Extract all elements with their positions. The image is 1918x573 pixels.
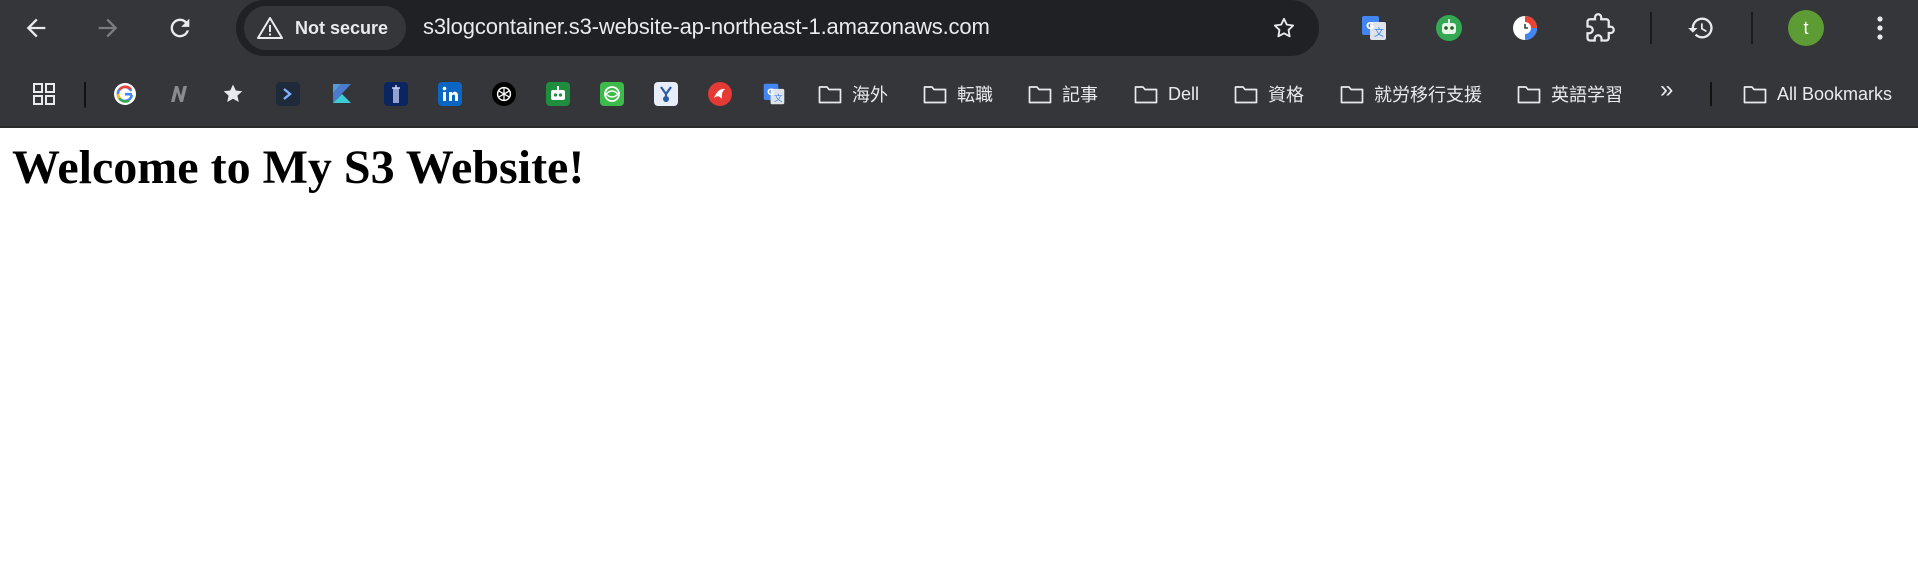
toolbar-divider <box>0 126 1918 128</box>
profile-avatar[interactable]: t <box>1788 10 1824 46</box>
all-bookmarks-label: All Bookmarks <box>1777 83 1893 104</box>
clock-extension-icon[interactable] <box>1509 12 1541 44</box>
apps-grid-icon[interactable] <box>32 82 56 106</box>
terminal-app-icon[interactable] <box>276 82 300 106</box>
chatgpt-icon[interactable] <box>492 82 516 106</box>
menu-button[interactable] <box>1860 8 1900 48</box>
red-app-icon[interactable] <box>708 82 732 106</box>
folder-icon <box>1234 86 1258 104</box>
folder-label: 資格 <box>1268 85 1304 105</box>
svg-text:G: G <box>767 88 774 98</box>
puzzle-icon[interactable] <box>1584 12 1616 44</box>
bookmark-folder[interactable]: 就労移行支援 <box>1340 82 1482 106</box>
bookmark-folder[interactable]: 海外 <box>818 82 888 106</box>
folder-label: 海外 <box>852 85 888 105</box>
bookmark-folder[interactable]: 転職 <box>923 82 993 106</box>
overflow-chevron-icon: » <box>1660 76 1674 103</box>
svg-text:文: 文 <box>774 92 783 104</box>
folder-icon <box>1743 86 1767 104</box>
toolbar-separator <box>1751 12 1753 44</box>
address-bar[interactable]: Not secure s3logcontainer.s3-website-ap-… <box>236 0 1319 56</box>
reload-icon <box>170 18 190 38</box>
svg-text:G: G <box>1366 21 1374 32</box>
folder-label: Dell <box>1168 83 1200 104</box>
arrow-right-icon <box>98 18 118 38</box>
bookmarks-separator <box>1710 82 1712 106</box>
folder-icon <box>1340 86 1364 104</box>
folder-label: 記事 <box>1062 85 1098 105</box>
bookmarks-overflow-button[interactable]: » <box>1660 76 1674 103</box>
kebab-menu-icon <box>1877 16 1883 40</box>
bookmark-folder[interactable]: 記事 <box>1028 82 1098 106</box>
bookmarks-separator <box>84 82 86 106</box>
warning-triangle-icon <box>257 17 283 39</box>
history-icon <box>1688 17 1713 39</box>
url-text[interactable]: s3logcontainer.s3-website-ap-northeast-1… <box>423 14 990 40</box>
bookmark-folder[interactable]: 英語学習 <box>1517 82 1623 106</box>
folder-label: 転職 <box>957 85 993 105</box>
back-button[interactable] <box>16 8 56 48</box>
tower-app-icon[interactable] <box>384 82 408 106</box>
folder-label: 就労移行支援 <box>1374 85 1482 105</box>
folder-icon <box>1517 86 1541 104</box>
green-app-icon[interactable] <box>600 82 624 106</box>
bookmarks-bar: G 文 海外 転職 記事 Dell 資格 就労移行支援 英語学習 » All B… <box>0 56 1918 128</box>
translate-bookmark-icon[interactable]: G 文 <box>762 82 786 106</box>
robot-bookmark-icon[interactable] <box>546 82 570 106</box>
svg-text:文: 文 <box>1374 26 1384 39</box>
security-label: Not secure <box>295 17 389 38</box>
toolbar-separator <box>1650 12 1652 44</box>
bookmark-folder[interactable]: Dell <box>1134 82 1199 106</box>
browser-toolbar: Not secure s3logcontainer.s3-website-ap-… <box>0 0 1918 56</box>
history-button[interactable] <box>1681 8 1721 48</box>
forward-button[interactable] <box>88 8 128 48</box>
reload-button[interactable] <box>160 8 200 48</box>
google-translate-icon[interactable]: G 文 <box>1358 12 1390 44</box>
folder-icon <box>1028 86 1052 104</box>
arrow-left-icon <box>26 18 46 38</box>
kotlin-icon[interactable] <box>330 82 354 106</box>
star-bookmark-icon[interactable] <box>221 82 245 106</box>
site-info-chip[interactable]: Not secure <box>244 6 406 50</box>
folder-icon <box>818 86 842 104</box>
folder-icon <box>1134 86 1158 104</box>
folder-label: 英語学習 <box>1551 85 1623 105</box>
folder-icon <box>923 86 947 104</box>
page-heading: Welcome to My S3 Website! <box>12 141 585 194</box>
all-bookmarks-folder[interactable]: All Bookmarks <box>1743 82 1892 106</box>
robot-extension-icon[interactable] <box>1433 12 1465 44</box>
linkedin-icon[interactable] <box>438 82 462 106</box>
star-icon[interactable] <box>1271 15 1297 41</box>
badge-app-icon[interactable] <box>654 82 678 106</box>
google-icon[interactable] <box>113 82 137 106</box>
n-app-icon[interactable] <box>167 82 191 106</box>
bookmark-folder[interactable]: 資格 <box>1234 82 1304 106</box>
